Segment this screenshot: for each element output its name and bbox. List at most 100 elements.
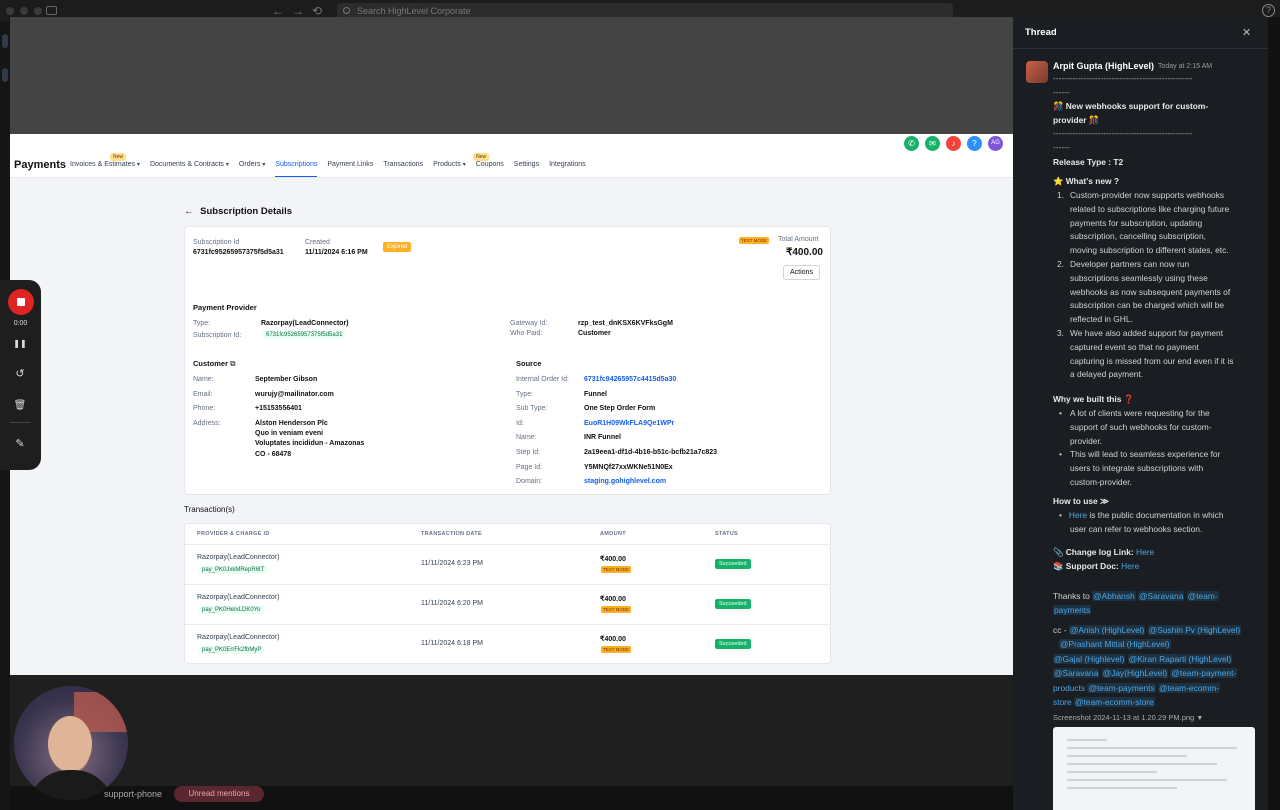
external-link-icon[interactable]: ⧉: [230, 359, 235, 368]
list-text: subscription can be charged which will b…: [1070, 300, 1225, 311]
tab-integrations[interactable]: Integrations: [549, 161, 586, 177]
history-icon[interactable]: ⟲: [312, 4, 322, 18]
webcam-bubble[interactable]: [14, 686, 128, 800]
docs-link[interactable]: Here: [1069, 510, 1087, 520]
sidebar-toggle-icon[interactable]: [46, 6, 57, 15]
maximize-window-button[interactable]: [34, 7, 42, 15]
list-number: 2.: [1057, 259, 1064, 269]
mention[interactable]: @Abhansh: [1092, 591, 1136, 601]
mention[interactable]: @team-ecomm-store: [1073, 697, 1155, 707]
total-amount-value: ₹400.00: [786, 247, 823, 258]
mention[interactable]: @Kiran Raparti (HighLevel): [1127, 653, 1233, 664]
tab-subscriptions[interactable]: Subscriptions: [275, 161, 318, 177]
author-avatar[interactable]: [1026, 61, 1048, 83]
mention[interactable]: @Saravana: [1138, 591, 1185, 601]
workspace-icon[interactable]: [2, 34, 8, 48]
help-icon[interactable]: ?: [967, 136, 982, 151]
tab-invoices-estimates[interactable]: Invoices & Estimates ▾ New: [70, 153, 140, 177]
source-row-value[interactable]: EuoR1H09WkFLA9Qe1WPr: [584, 420, 674, 427]
mention[interactable]: @team-: [1186, 591, 1219, 601]
megaphone-icon[interactable]: ✉: [925, 136, 940, 151]
mention[interactable]: @Saravana: [1053, 668, 1100, 679]
source-row-value: Y5MNQf27xxWKNe51N0Ex: [584, 463, 673, 471]
mention[interactable]: @Jay(HighLevel): [1101, 668, 1169, 679]
subscription-id-label: Subscription Id: [193, 239, 240, 246]
back-icon[interactable]: ←: [272, 4, 284, 18]
mention[interactable]: @Gajal (Highlevel): [1053, 653, 1126, 664]
charge-id-chip[interactable]: pay_PK0JxkMRepR6tT: [199, 566, 268, 574]
user-avatar-icon[interactable]: AG: [988, 136, 1003, 151]
back-arrow-icon[interactable]: ←: [184, 206, 194, 217]
cc-line: @Gajal (Highlevel) @Kiran Raparti (HighL…: [1053, 653, 1233, 667]
phone-icon[interactable]: ✆: [904, 136, 919, 151]
trash-icon[interactable]: 🗑: [12, 398, 28, 414]
support-doc-link[interactable]: Here: [1121, 561, 1139, 571]
channel-name[interactable]: support-phone: [104, 789, 162, 799]
page-header: ← Subscription Details: [184, 206, 292, 217]
close-window-button[interactable]: [6, 7, 14, 15]
source-row-value[interactable]: staging.gohighlevel.com: [584, 478, 666, 485]
charge-id-chip[interactable]: pay_PK0ErrFk2fbMyP: [199, 646, 265, 654]
customer-email-label: Email:: [193, 391, 213, 398]
tab-payment-links[interactable]: Payment Links: [327, 161, 373, 177]
tab-coupons[interactable]: Coupons: [476, 161, 504, 177]
column-header: PROVIDER & CHARGE ID: [197, 531, 270, 537]
workspace-icon[interactable]: [2, 68, 8, 82]
mention[interactable]: @Sushin Pv (HighLevel): [1147, 625, 1242, 635]
actions-button[interactable]: Actions: [783, 265, 820, 280]
attachment-preview[interactable]: [1053, 727, 1255, 810]
list-text: custom-provider.: [1070, 477, 1132, 487]
source-row-value: 2a19eea1-df1d-4b16-b51c-bcfb21a7c823: [584, 449, 718, 456]
status-badge: Succeeded: [715, 639, 751, 649]
customer-title: Customer ⧉: [193, 359, 236, 368]
message-timestamp[interactable]: Today at 2:15 AM: [1158, 63, 1212, 70]
pause-icon[interactable]: ❚❚: [12, 336, 28, 352]
support-doc-line: 📚 Support Doc: Here: [1053, 561, 1140, 571]
how-item: • Here is the public documentation in wh…: [1059, 510, 1224, 520]
dimmed-screen-top: [10, 17, 1013, 134]
source-row-value[interactable]: 6731fc94265957c4415d5a30: [584, 376, 676, 383]
tab-documents-contracts[interactable]: Documents & Contracts ▾: [150, 161, 229, 177]
charge-id-chip[interactable]: pay_PK0HeIxLDK0Yo: [199, 606, 264, 614]
tab-transactions[interactable]: Transactions: [383, 161, 423, 177]
mention[interactable]: @team-payment-: [1170, 668, 1238, 679]
unread-mentions-button[interactable]: Unread mentions: [174, 786, 264, 802]
page-title: Subscription Details: [200, 206, 292, 217]
subscription-id-value: 6731fc95265957375f5d5a31: [193, 249, 284, 256]
provider-subscription-chip[interactable]: 6731fc95265957375f5d5a31: [263, 331, 346, 339]
forward-icon[interactable]: →: [292, 4, 304, 18]
tab-label: Invoices & Estimates: [70, 161, 135, 168]
mention[interactable]: store: [1053, 697, 1072, 707]
chevron-down-icon[interactable]: ▼: [1196, 715, 1203, 722]
why-heading: Why we built this ❓: [1053, 394, 1135, 404]
mention[interactable]: @Anish (HighLevel): [1068, 625, 1146, 635]
mention[interactable]: products: [1053, 683, 1085, 693]
stop-recording-button[interactable]: [8, 289, 34, 315]
changelog-link[interactable]: Here: [1136, 547, 1154, 557]
tab-products[interactable]: Products ▾ New: [433, 153, 490, 177]
mention[interactable]: @team-ecomm-: [1158, 682, 1221, 693]
attachment-name[interactable]: Screenshot 2024-11-13 at 1.20.29 PM.png …: [1053, 711, 1203, 726]
list-text: a delayed payment.: [1070, 369, 1144, 380]
pen-icon[interactable]: ✎: [12, 436, 28, 452]
customer-address-label: Address:: [193, 420, 221, 427]
tab-settings[interactable]: Settings: [514, 161, 539, 177]
help-icon[interactable]: ?: [1262, 4, 1275, 17]
restart-icon[interactable]: ↺: [12, 366, 28, 382]
chevron-down-icon: ▾: [262, 162, 266, 168]
source-row-label: Sub Type:: [516, 405, 548, 413]
mention[interactable]: payments: [1053, 605, 1092, 615]
list-text: payments for subscription, updating: [1070, 217, 1203, 228]
tab-label: Products: [433, 161, 461, 168]
provider-name: Razorpay(LeadConnector): [197, 594, 280, 601]
mention[interactable]: @Prashant Mittal (HighLevel): [1059, 639, 1171, 650]
message-author[interactable]: Arpit Gupta (HighLevel): [1053, 61, 1154, 71]
close-icon[interactable]: ✕: [1242, 26, 1251, 39]
customer-name-label: Name:: [193, 376, 214, 383]
tab-orders[interactable]: Orders ▾: [239, 161, 265, 177]
bell-icon[interactable]: ♪: [946, 136, 961, 151]
release-type: Release Type : T2: [1053, 157, 1124, 167]
list-text: subscriptions seamlessly using these: [1070, 272, 1208, 283]
mention[interactable]: @team-payments: [1087, 682, 1156, 693]
minimize-window-button[interactable]: [20, 7, 28, 15]
